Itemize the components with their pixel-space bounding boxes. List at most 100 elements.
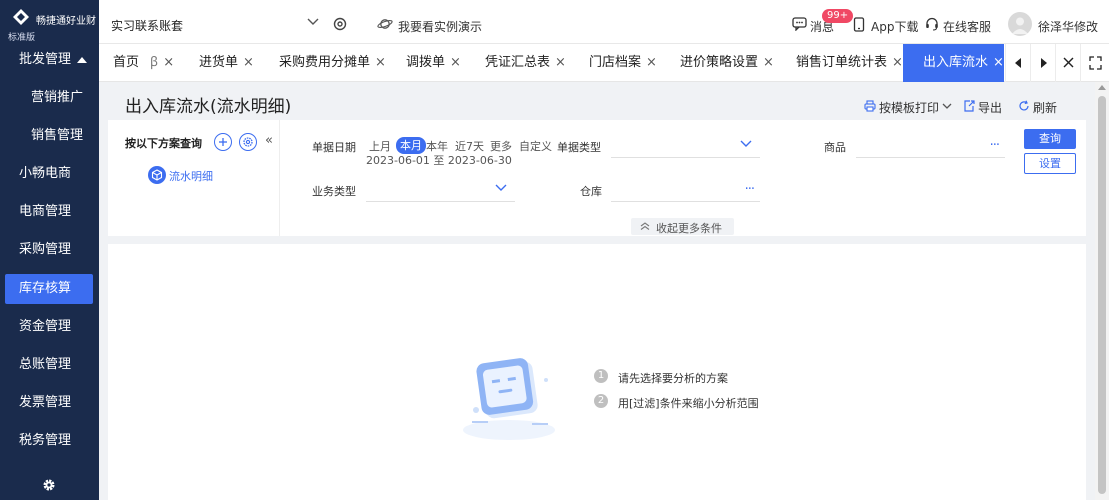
sidebar-item-marketing[interactable]: 营销推广 (0, 83, 99, 113)
sidebar-item-purchasing[interactable]: 采购管理 (0, 235, 99, 265)
refresh-label: 刷新 (1033, 101, 1058, 115)
biz-type-select[interactable] (366, 182, 515, 202)
tab-purchase-receipt[interactable]: 进货单 × (199, 44, 254, 82)
product-field[interactable]: ··· (856, 138, 1005, 158)
close-icon[interactable]: × (763, 55, 774, 70)
more-icon[interactable]: ··· (990, 138, 1000, 153)
caret-up-icon (77, 57, 87, 63)
tab-label: 首页 (113, 55, 140, 70)
print-template-button[interactable]: 按模板打印 (864, 99, 939, 115)
tab-label: 销售订单统计表 (796, 55, 888, 70)
tab-stock-flow[interactable]: 出入库流水 × (903, 44, 1004, 82)
page-title: 出入库流水(流水明细) (125, 97, 292, 117)
query-scheme-panel: 按以下方案查询 « 流水明细 (108, 120, 280, 236)
tab-sales-order-stats[interactable]: 销售订单统计表 × (796, 44, 903, 82)
sidebar-item-tax[interactable]: 税务管理 (0, 426, 99, 456)
sidebar-item-inventory[interactable]: 库存核算 (5, 274, 93, 304)
chevron-down-icon[interactable] (307, 17, 319, 27)
print-label: 按模板打印 (879, 101, 940, 115)
close-all-tabs-button[interactable] (1055, 44, 1080, 82)
close-icon[interactable]: × (375, 55, 386, 70)
logo-icon (13, 9, 29, 25)
gear-icon[interactable] (332, 16, 348, 32)
close-icon[interactable]: × (243, 55, 254, 70)
tab-truncated[interactable]: ꞵ × (150, 44, 174, 82)
app-download-button[interactable]: App下载 (853, 16, 919, 34)
tab-bar: 首页 ꞵ × 进货单 × 采购费用分摊单 × 调拨单 × 凭证汇总表 × 门店档案 × 进价… (99, 44, 1109, 82)
filter-panel: 按以下方案查询 « 流水明细 单据日期 上月 本月 本年 近7天 更多 自定义 … (108, 120, 1086, 236)
tab-label: 采购费用分摊单 (279, 55, 371, 70)
refresh-icon (1019, 100, 1029, 111)
warehouse-field[interactable]: ··· (611, 182, 760, 202)
close-icon[interactable]: × (646, 55, 657, 70)
close-icon[interactable]: × (163, 55, 174, 70)
gear-icon[interactable] (42, 478, 56, 492)
tab-label: 调拨单 (406, 55, 446, 70)
close-icon[interactable]: × (450, 55, 461, 70)
doc-type-select[interactable] (611, 138, 760, 158)
sidebar-item-label: 总账管理 (19, 357, 72, 372)
export-icon (964, 100, 975, 112)
sidebar-item-ledger[interactable]: 总账管理 (0, 350, 99, 380)
step-number: 2 (594, 394, 608, 408)
sidebar-item-ecommerce[interactable]: 电商管理 (0, 197, 99, 227)
demo-label: 我要看实例演示 (398, 20, 483, 34)
collapse-panel-icon[interactable]: « (265, 133, 273, 148)
avatar[interactable] (1008, 12, 1032, 36)
fullscreen-icon (1089, 56, 1102, 70)
sidebar-item-label: 库存核算 (19, 281, 72, 296)
tab-scroll-left-button[interactable] (1005, 44, 1030, 82)
close-icon[interactable]: × (555, 55, 566, 70)
edition-label: 标准版 (8, 33, 36, 43)
scroll-up-icon[interactable] (1098, 85, 1106, 90)
sidebar-item-invoice[interactable]: 发票管理 (0, 388, 99, 418)
tab-store-files[interactable]: 门店档案 × (589, 44, 657, 82)
add-scheme-button[interactable] (214, 133, 232, 151)
tab-label: 进价策略设置 (680, 55, 759, 70)
sidebar-item-funds[interactable]: 资金管理 (0, 312, 99, 342)
user-name[interactable]: 徐泽华修改 (1038, 18, 1098, 35)
export-button[interactable]: 导出 (963, 99, 1003, 115)
tab-purchase-price-policy[interactable]: 进价策略设置 × (680, 44, 774, 82)
refresh-button[interactable]: 刷新 (1018, 99, 1058, 115)
tab-scroll-right-button[interactable] (1030, 44, 1055, 82)
tab-purchase-cost-allocation[interactable]: 采购费用分摊单 × (279, 44, 386, 82)
export-label: 导出 (978, 101, 1003, 115)
account-selector[interactable]: 实习联系账套 (111, 17, 183, 34)
tab-transfer-order[interactable]: 调拨单 × (406, 44, 461, 82)
product-label: 商品 (824, 141, 846, 154)
app-download-label: App下载 (871, 20, 919, 34)
sidebar-item-sales[interactable]: 销售管理 (0, 121, 99, 151)
chevron-down-icon[interactable] (942, 102, 952, 110)
online-support-button[interactable]: 在线客服 (925, 16, 991, 34)
tab-home[interactable]: 首页 (113, 44, 139, 82)
sidebar-item-xiaochang-ecommerce[interactable]: 小畅电商 (0, 159, 99, 189)
settings-button[interactable]: 设置 (1024, 153, 1076, 174)
empty-state-illustration (463, 358, 555, 440)
hint-text: 请先选择要分析的方案 (618, 372, 728, 385)
headset-icon (926, 17, 938, 31)
close-icon[interactable]: × (892, 55, 903, 70)
sidebar-item-wholesale[interactable]: 批发管理 (0, 45, 99, 75)
plus-icon (219, 138, 227, 146)
caret-right-icon (1041, 58, 1047, 68)
fullscreen-button[interactable] (1080, 44, 1109, 82)
phone-icon (853, 17, 865, 32)
close-icon[interactable]: × (993, 55, 1004, 70)
collapse-more-conditions-button[interactable]: 收起更多条件 (631, 218, 734, 235)
planet-icon (377, 19, 393, 29)
gear-icon (243, 137, 253, 147)
app-logo[interactable]: 畅捷通好业财 标准版 (0, 0, 99, 44)
query-button[interactable]: 查询 (1024, 129, 1076, 149)
tab-voucher-summary[interactable]: 凭证汇总表 × (485, 44, 566, 82)
tab-label: ꞵ (150, 55, 159, 70)
scrollbar-thumb[interactable] (1098, 96, 1106, 494)
tab-label: 进货单 (199, 55, 239, 70)
chevron-up-double-icon (640, 222, 650, 230)
date-chip-custom[interactable]: 自定义 (519, 138, 552, 154)
collapse-more-label: 收起更多条件 (656, 222, 722, 235)
more-icon[interactable]: ··· (745, 182, 755, 197)
vertical-scrollbar[interactable] (1095, 82, 1109, 500)
scheme-settings-button[interactable] (239, 133, 257, 151)
sidebar-item-label: 发票管理 (19, 395, 72, 410)
